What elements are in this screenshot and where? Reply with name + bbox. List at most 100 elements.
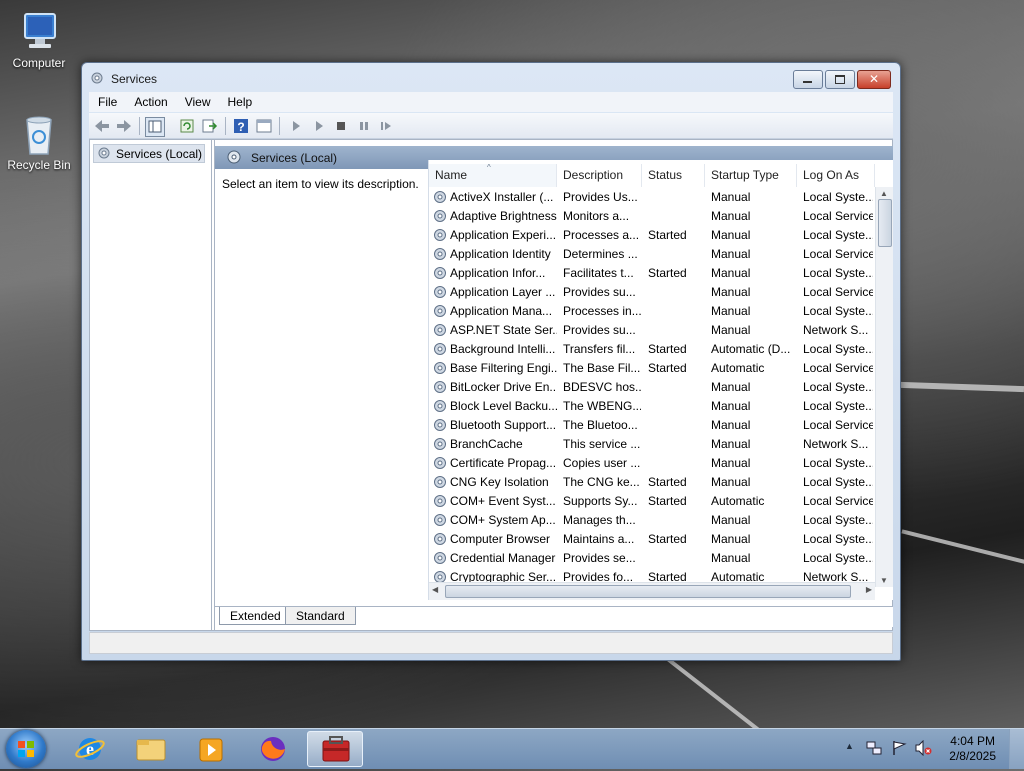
scroll-thumb[interactable]	[878, 199, 892, 247]
maximize-icon	[835, 75, 845, 84]
service-row[interactable]: Background Intelli... Transfers fil... Sta…	[429, 339, 875, 358]
service-row[interactable]: Computer Browser Maintains a... Started Man…	[429, 529, 875, 548]
menu-view[interactable]: View	[176, 92, 219, 109]
tab-extended[interactable]: Extended	[219, 607, 292, 625]
service-row[interactable]: BitLocker Drive En... BDESVC hos... Manual…	[429, 377, 875, 396]
service-log-on-as: Local Syste...	[803, 456, 873, 470]
service-gear-icon	[433, 399, 447, 413]
service-row[interactable]: Application Experi... Processes a... Start…	[429, 225, 875, 244]
service-log-on-as: Local Syste...	[803, 190, 873, 204]
scroll-right-icon[interactable]: ▶	[866, 585, 872, 594]
services-list: Name ^ Description Status Startup Type L…	[428, 160, 893, 600]
properties-icon[interactable]	[255, 117, 273, 135]
tree-item-services-local[interactable]: Services (Local)	[93, 144, 205, 163]
service-name: BitLocker Drive En...	[450, 380, 557, 394]
refresh-icon[interactable]	[178, 117, 196, 135]
service-status: Started	[648, 475, 687, 489]
tab-standard[interactable]: Standard	[285, 607, 356, 625]
pause-service-icon[interactable]	[355, 117, 373, 135]
internet-explorer-icon: e	[75, 738, 105, 760]
network-icon[interactable]	[866, 740, 882, 759]
title-bar[interactable]: Services ✕	[82, 63, 900, 91]
close-button[interactable]: ✕	[857, 70, 891, 89]
stop-service-icon[interactable]	[332, 117, 350, 135]
scroll-down-icon[interactable]: ▼	[880, 576, 888, 585]
taskbar-app-firefox[interactable]	[245, 731, 301, 767]
service-startup-type: Manual	[711, 380, 751, 394]
action-center-flag-icon[interactable]	[891, 740, 907, 759]
service-row[interactable]: Block Level Backu... The WBENG... Manual Lo…	[429, 396, 875, 415]
column-header-name[interactable]: Name ^	[429, 163, 557, 187]
service-row[interactable]: Application Identity Determines ... Manual…	[429, 244, 875, 263]
service-gear-icon	[433, 228, 447, 242]
start-service-icon[interactable]	[287, 117, 305, 135]
service-startup-type: Manual	[711, 475, 751, 489]
computer-icon	[17, 10, 61, 54]
desktop-icon-recycle-bin[interactable]: Recycle Bin	[1, 112, 77, 172]
system-clock[interactable]: 4:04 PM 2/8/2025	[949, 734, 996, 764]
service-startup-type: Manual	[711, 551, 751, 565]
column-header-label: Name	[435, 168, 468, 182]
clock-date: 2/8/2025	[949, 749, 996, 763]
restart-service-icon[interactable]	[377, 117, 395, 135]
service-gear-icon	[433, 551, 447, 565]
back-arrow-icon[interactable]	[93, 117, 111, 135]
export-list-icon[interactable]	[200, 117, 218, 135]
start-button[interactable]	[6, 730, 46, 768]
menu-file[interactable]: File	[89, 92, 125, 109]
service-startup-type: Manual	[711, 456, 751, 470]
show-hidden-icons-button[interactable]: ▲	[845, 741, 854, 751]
service-row[interactable]: Bluetooth Support... The Bluetoo... Manual…	[429, 415, 875, 434]
service-row[interactable]: Base Filtering Engi... The Base Fil... Sta…	[429, 358, 875, 377]
service-row[interactable]: Certificate Propag... Copies user ... Manu…	[429, 453, 875, 472]
console-tree-icon[interactable]	[145, 117, 165, 137]
service-name: Application Infor...	[450, 266, 546, 280]
column-header-startup-type[interactable]: Startup Type	[705, 164, 797, 187]
service-row[interactable]: ASP.NET State Ser... Provides su... Manual…	[429, 320, 875, 339]
service-row[interactable]: Adaptive Brightness Monitors a... Manual Lo…	[429, 206, 875, 225]
service-row[interactable]: BranchCache This service ... Manual Network…	[429, 434, 875, 453]
service-log-on-as: Local Syste...	[803, 304, 873, 318]
menu-help[interactable]: Help	[219, 92, 261, 109]
service-startup-type: Manual	[711, 228, 751, 242]
status-bar	[89, 632, 893, 654]
taskbar-app-services[interactable]	[307, 731, 363, 767]
toolbar-separator	[139, 117, 140, 135]
service-row[interactable]: Application Infor... Facilitates t... Star…	[429, 263, 875, 282]
desktop-icon-computer[interactable]: Computer	[1, 10, 77, 70]
vertical-scrollbar[interactable]: ▲ ▼	[875, 187, 893, 587]
scroll-up-icon[interactable]: ▲	[880, 189, 888, 198]
service-log-on-as: Local Syste...	[803, 266, 873, 280]
service-gear-icon	[433, 418, 447, 432]
maximize-button[interactable]	[825, 70, 855, 89]
services-gear-icon	[90, 71, 104, 85]
taskbar-app-media-player[interactable]	[184, 731, 240, 767]
column-header-status[interactable]: Status	[642, 164, 705, 187]
service-row[interactable]: CNG Key Isolation The CNG ke... Started Man…	[429, 472, 875, 491]
column-header-log-on-as[interactable]: Log On As	[797, 164, 875, 187]
taskbar-app-file-explorer[interactable]	[123, 731, 179, 767]
service-log-on-as: Local Service	[803, 247, 873, 261]
show-desktop-button[interactable]	[1009, 729, 1024, 769]
services-window: Services ✕ File Action View Help ? Servi…	[81, 62, 901, 661]
service-row[interactable]: Application Layer ... Provides su... Manua…	[429, 282, 875, 301]
taskbar-app-internet-explorer[interactable]: e	[62, 731, 118, 767]
scroll-thumb[interactable]	[445, 585, 851, 598]
volume-muted-icon[interactable]	[914, 739, 932, 759]
scroll-left-icon[interactable]: ◀	[432, 585, 438, 594]
service-row[interactable]: Credential Manager Provides se... Manual Lo…	[429, 548, 875, 567]
minimize-button[interactable]	[793, 70, 823, 89]
horizontal-scrollbar[interactable]: ◀ ▶	[429, 582, 875, 600]
service-startup-type: Manual	[711, 190, 751, 204]
start-service-icon[interactable]	[310, 117, 328, 135]
service-gear-icon	[433, 190, 447, 204]
service-row[interactable]: COM+ System Ap... Manages th... Manual Loca…	[429, 510, 875, 529]
menu-action[interactable]: Action	[125, 92, 175, 109]
service-row[interactable]: ActiveX Installer (... Provides Us... Manu…	[429, 187, 875, 206]
column-header-description[interactable]: Description	[557, 164, 642, 187]
road-line	[901, 529, 1024, 565]
service-row[interactable]: COM+ Event Syst... Supports Sy... Started A…	[429, 491, 875, 510]
help-icon[interactable]: ?	[232, 117, 250, 135]
forward-arrow-icon[interactable]	[115, 117, 133, 135]
service-row[interactable]: Application Mana... Processes in... Manual…	[429, 301, 875, 320]
